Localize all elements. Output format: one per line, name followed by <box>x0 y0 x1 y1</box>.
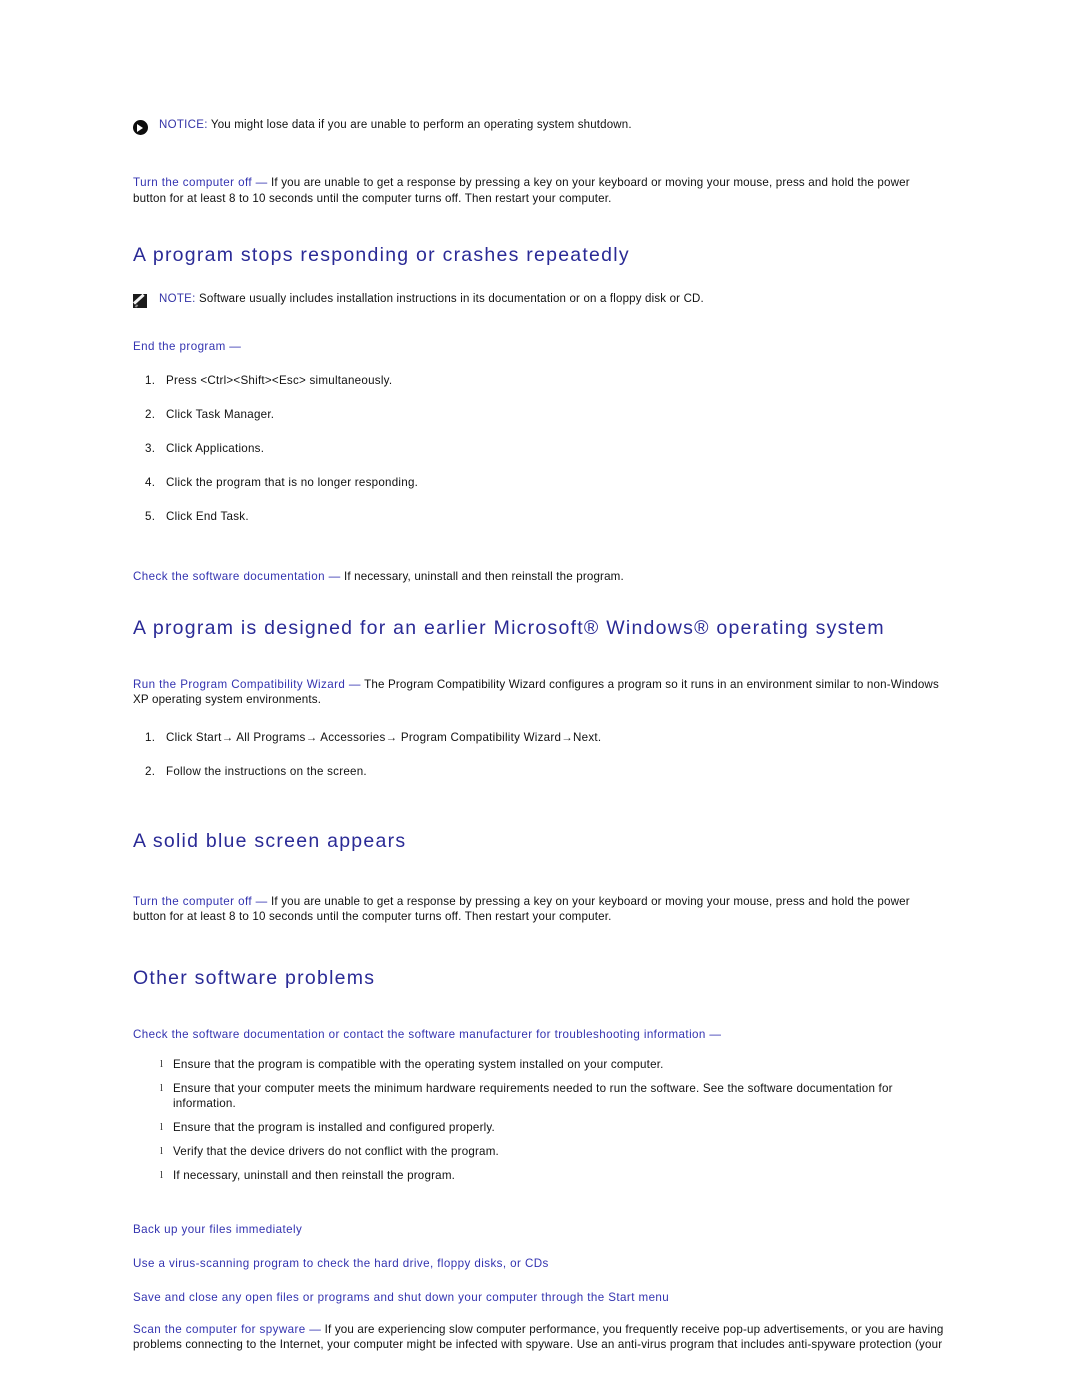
bullet-text: Verify that the device drivers do not co… <box>173 1144 499 1158</box>
list-item: l Ensure that the program is installed a… <box>133 1120 945 1135</box>
turn-off-paragraph-blue-screen: Turn the computer off — If you are unabl… <box>133 894 945 925</box>
notice-body: You might lose data if you are unable to… <box>207 119 632 131</box>
other-software-bullet-list: l Ensure that the program is compatible … <box>133 1057 945 1183</box>
notice-text: NOTICE: You might lose data if you are u… <box>159 118 632 133</box>
program-compatibility-wizard-paragraph: Run the Program Compatibility Wizard — T… <box>133 677 945 708</box>
step-number: 4. <box>145 476 156 489</box>
step-number: 1. <box>145 730 156 744</box>
bullet-marker-icon: l <box>160 1144 164 1157</box>
list-item: l Ensure that the program is compatible … <box>133 1057 945 1072</box>
check-docs-lead: Check the software documentation — <box>133 570 341 583</box>
note-body: Software usually includes installation i… <box>195 293 704 305</box>
bullet-marker-icon: l <box>160 1081 164 1094</box>
step-text: Press <Ctrl><Shift><Esc> simultaneously. <box>166 374 393 387</box>
heading-earlier-windows-operating-system: A program is designed for an earlier Mic… <box>133 616 885 639</box>
list-item: 1. Press <Ctrl><Shift><Esc> simultaneous… <box>133 373 945 388</box>
check-software-documentation-paragraph: Check the software documentation — If ne… <box>133 569 945 585</box>
step-text: Click End Task. <box>166 510 249 523</box>
step-text: Click Applications. <box>166 442 265 455</box>
tip-virus-scan: Use a virus-scanning program to check th… <box>133 1256 549 1270</box>
note-label: NOTE: <box>159 293 196 305</box>
spyware-lead: Scan the computer for spyware — <box>133 1322 322 1336</box>
scan-for-spyware-paragraph: Scan the computer for spyware — If you a… <box>133 1322 945 1353</box>
bullet-marker-icon: l <box>160 1168 164 1181</box>
note-pencil-icon <box>133 294 150 309</box>
step-number: 3. <box>145 442 156 455</box>
list-item: 1. Click Start→ All Programs→ Accessorie… <box>133 730 945 745</box>
turn-off-lead-top: Turn the computer off — <box>133 176 268 189</box>
note-admonition: NOTE: Software usually includes installa… <box>133 292 945 309</box>
document-page: NOTICE: You might lose data if you are u… <box>0 0 1080 1397</box>
notice-admonition: NOTICE: You might lose data if you are u… <box>133 118 945 135</box>
bullet-text: Ensure that the program is installed and… <box>173 1120 495 1134</box>
list-item: l Ensure that your computer meets the mi… <box>133 1081 945 1111</box>
list-item: 4. Click the program that is no longer r… <box>133 475 945 490</box>
list-item: 2. Follow the instructions on the screen… <box>133 764 945 779</box>
bullet-text: Ensure that your computer meets the mini… <box>173 1081 893 1110</box>
step-number: 1. <box>145 374 156 387</box>
list-item: l If necessary, uninstall and then reins… <box>133 1168 945 1183</box>
wizard-steps-list: 1. Click Start→ All Programs→ Accessorie… <box>133 730 945 779</box>
wizard-lead: Run the Program Compatibility Wizard — <box>133 677 361 691</box>
turn-off-paragraph-top: Turn the computer off — If you are unabl… <box>133 175 945 206</box>
step-text: Click Start→ All Programs→ Accessories→ … <box>166 730 602 744</box>
notice-label: NOTICE: <box>159 119 208 131</box>
list-item: 5. Click End Task. <box>133 509 945 524</box>
subhead-end-the-program: End the program — <box>133 340 242 353</box>
check-docs-body: If necessary, uninstall and then reinsta… <box>340 570 624 583</box>
end-program-steps-list: 1. Press <Ctrl><Shift><Esc> simultaneous… <box>133 373 945 524</box>
list-item: 3. Click Applications. <box>133 441 945 456</box>
step-text: Follow the instructions on the screen. <box>166 764 367 778</box>
step-number: 2. <box>145 408 156 421</box>
step-text: Click Task Manager. <box>166 408 275 421</box>
heading-solid-blue-screen: A solid blue screen appears <box>133 829 407 852</box>
subhead-check-software-documentation-or-contact: Check the software documentation or cont… <box>133 1027 722 1041</box>
bullet-marker-icon: l <box>160 1057 164 1070</box>
note-text: NOTE: Software usually includes installa… <box>159 292 704 307</box>
step-number: 2. <box>145 764 156 778</box>
tip-back-up-files: Back up your files immediately <box>133 1222 303 1236</box>
heading-program-stops-responding: A program stops responding or crashes re… <box>133 244 630 266</box>
bullet-text: Ensure that the program is compatible wi… <box>173 1057 664 1071</box>
heading-other-software-problems: Other software problems <box>133 966 376 989</box>
list-item: 2. Click Task Manager. <box>133 407 945 422</box>
bullet-marker-icon: l <box>160 1120 164 1133</box>
turn-off-lead-blue-screen: Turn the computer off — <box>133 894 268 908</box>
tip-save-and-shutdown: Save and close any open files or program… <box>133 1290 670 1304</box>
bullet-text: If necessary, uninstall and then reinsta… <box>173 1168 456 1182</box>
step-text: Click the program that is no longer resp… <box>166 476 419 489</box>
list-item: l Verify that the device drivers do not … <box>133 1144 945 1159</box>
step-number: 5. <box>145 510 156 523</box>
notice-arrow-icon <box>133 120 150 135</box>
